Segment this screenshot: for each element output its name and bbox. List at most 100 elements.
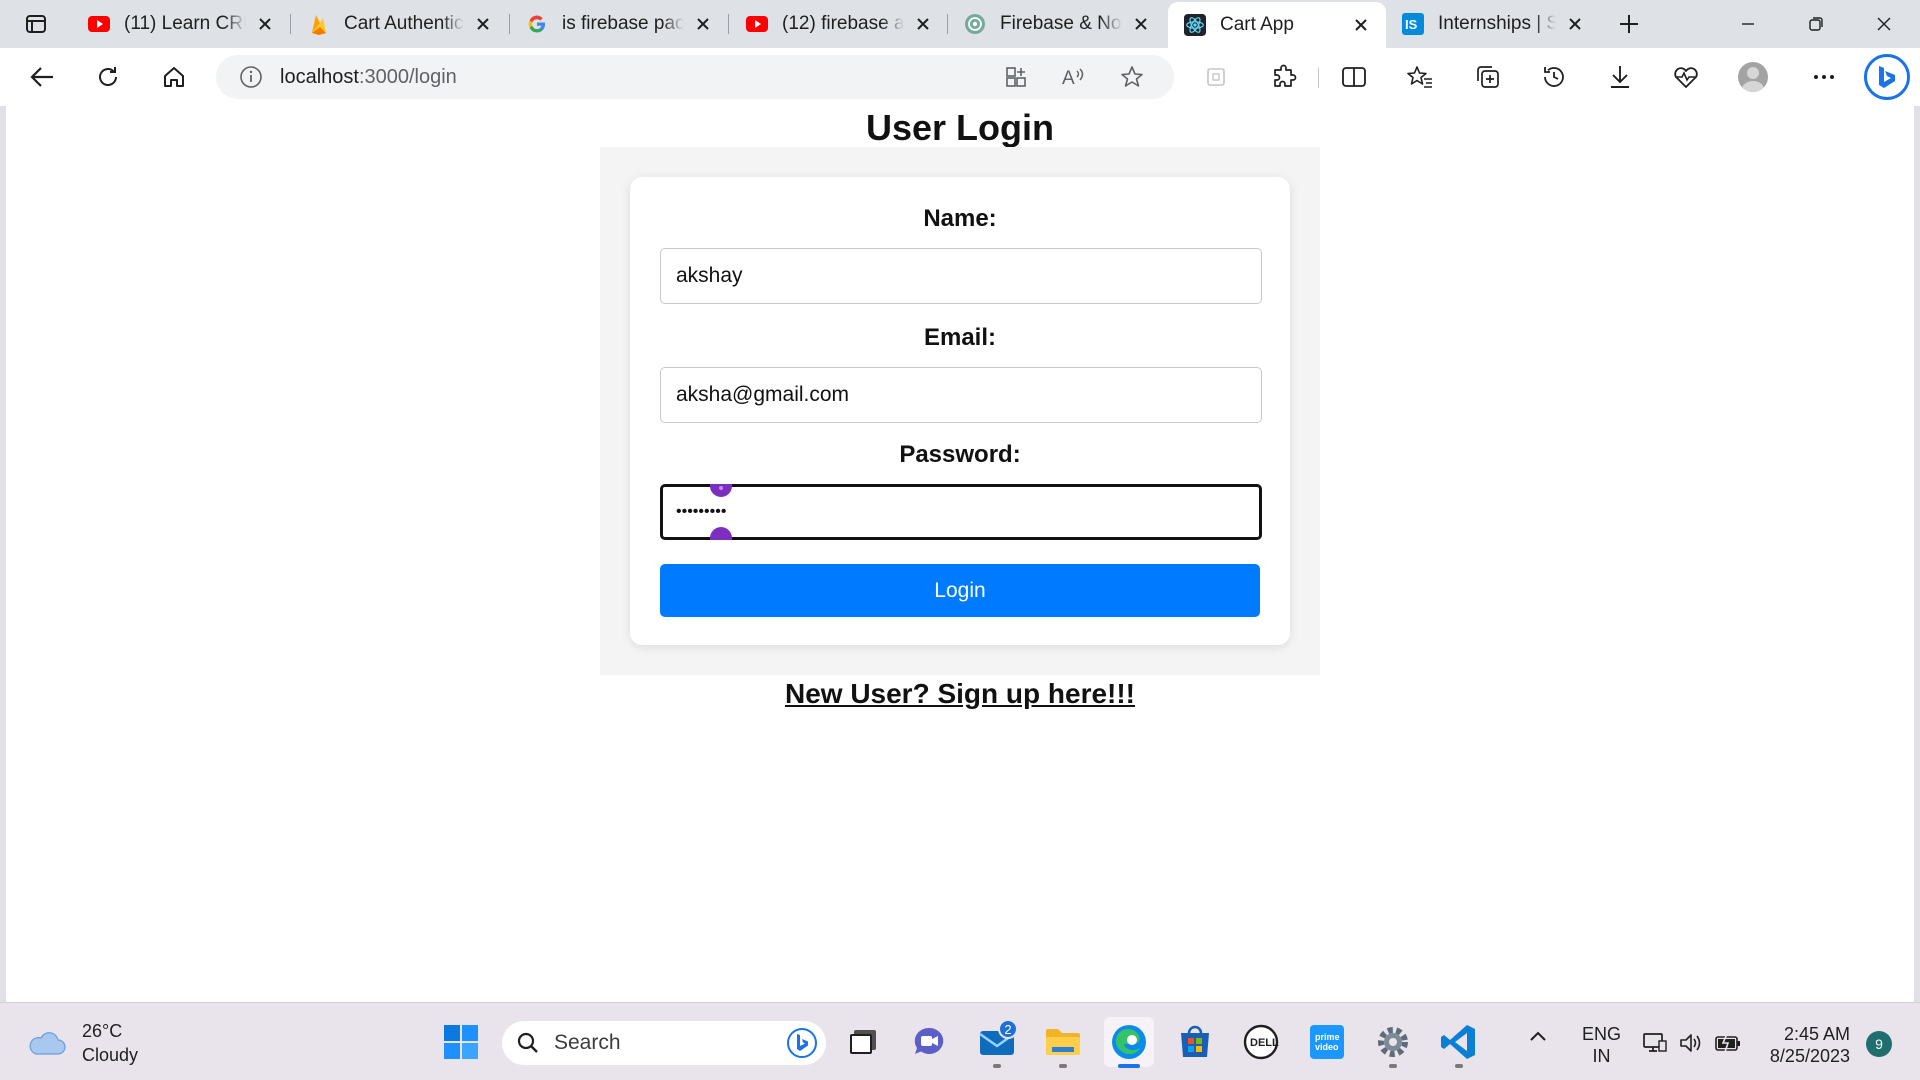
svg-text:prime: prime [1315,1032,1340,1042]
app-available-icon[interactable] [1000,62,1032,92]
tab-learn-crud[interactable]: (11) Learn CRUD [72,4,290,44]
password-input[interactable]: ••••••••• [660,484,1262,540]
read-aloud-icon[interactable]: A [1058,62,1090,92]
browser-essentials-button[interactable] [1666,59,1706,95]
favorites-button[interactable] [1400,59,1440,95]
name-input[interactable]: akshay [660,248,1262,304]
history-button[interactable] [1534,59,1574,95]
gear-icon [1378,1027,1408,1057]
favorites-list-icon [1407,66,1432,88]
address-bar[interactable]: localhost:3000/login A [216,55,1174,99]
close-tab-icon[interactable] [1350,14,1372,36]
volume-icon[interactable] [1678,1031,1704,1055]
profile-avatar[interactable] [1738,62,1768,92]
email-input[interactable]: aksha@gmail.com [660,367,1262,423]
restore-button[interactable] [1788,4,1844,44]
extensions-button[interactable] [1264,59,1304,95]
split-screen-button[interactable] [1334,59,1374,95]
tab-actions-button[interactable] [14,10,58,38]
dell-app-button[interactable]: DELL [1236,1017,1286,1067]
signup-link[interactable]: New User? Sign up here!!! [6,674,1914,714]
tab-cart-app[interactable]: Cart App [1168,2,1386,48]
tab-actions-icon [26,15,46,33]
settings-button[interactable] [1368,1017,1418,1068]
minimize-button[interactable] [1720,4,1776,44]
close-tab-icon[interactable] [1130,13,1152,35]
folder-icon [1046,1029,1080,1055]
tab-firebase-node[interactable]: Firebase & Node [948,4,1166,44]
tab-title: (11) Learn CRUD [124,13,246,34]
task-view-button[interactable] [838,1017,888,1067]
running-indicator [1455,1064,1463,1068]
mail-button[interactable]: 2 [972,1017,1022,1068]
close-icon [1877,17,1891,31]
minimize-icon [1742,23,1754,25]
tab-divider [290,14,291,34]
language-region: IN [1592,1046,1611,1066]
refresh-button[interactable] [88,59,128,95]
favorite-star-icon[interactable] [1116,62,1148,92]
teams-chat-button[interactable] [904,1017,954,1067]
taskbar-search[interactable]: Search [502,1021,826,1065]
task-view-icon [850,1030,876,1054]
extension-button[interactable] [1196,59,1236,95]
url-path: :3000/login [358,65,457,88]
downloads-button[interactable] [1600,59,1640,95]
notification-badge[interactable]: 9 [1866,1031,1892,1057]
tab-firebase-admin[interactable]: (12) firebase admin [730,4,948,44]
heart-pulse-icon [1674,67,1698,88]
vscode-button[interactable] [1434,1017,1484,1068]
prime-video-icon: primevideo [1310,1025,1344,1059]
password-label: Password: [899,441,1021,468]
store-icon [1181,1025,1209,1057]
battery-icon[interactable] [1714,1031,1742,1055]
edge-browser-button[interactable] [1104,1017,1154,1068]
text-cursor-dot-icon [719,486,723,490]
tab-title: Cart Authentication [344,13,464,34]
close-tab-icon[interactable] [254,13,276,35]
network-icon[interactable] [1642,1031,1668,1055]
internshala-icon: IS [1402,13,1424,35]
new-tab-button[interactable] [1612,10,1646,38]
login-button[interactable]: Login [660,564,1260,617]
login-form: Name: akshay Email: aksha@gmail.com Pass… [630,177,1290,645]
close-tab-icon[interactable] [472,13,494,35]
refresh-icon [99,67,117,86]
close-tab-icon[interactable] [912,13,934,35]
file-explorer-button[interactable] [1038,1017,1088,1068]
settings-more-button[interactable] [1804,59,1844,95]
dell-logo-icon: DELL [1243,1024,1279,1060]
openai-icon [964,13,986,35]
page-title: User Login [865,107,1054,148]
tab-internships[interactable]: IS Internships | Su [1386,4,1600,44]
history-icon [1544,67,1564,87]
tab-divider [728,14,729,34]
edge-icon [1112,1025,1146,1059]
microsoft-store-button[interactable] [1170,1017,1220,1067]
start-button[interactable] [436,1017,486,1067]
language-indicator[interactable]: ENG IN [1582,1023,1621,1067]
firebase-icon [308,13,330,35]
collections-button[interactable] [1468,59,1508,95]
clock-date: 8/25/2023 [1769,1046,1850,1066]
back-button[interactable] [22,59,62,95]
windows-logo-icon [444,1025,478,1059]
tab-is-firebase-package[interactable]: is firebase package [510,4,728,44]
clock[interactable]: 2:45 AM 8/25/2023 [1756,1023,1850,1067]
active-indicator [1118,1064,1140,1068]
copilot-button[interactable] [1864,54,1910,100]
react-icon [1184,14,1206,36]
home-button[interactable] [154,59,194,95]
toolbar-divider [1318,68,1319,88]
prime-video-button[interactable]: prime video [1302,1017,1352,1067]
running-indicator [1059,1064,1067,1068]
close-window-button[interactable] [1856,4,1912,44]
tab-title: (12) firebase admin [782,13,904,34]
site-info-icon[interactable] [236,62,266,92]
split-screen-icon [1342,67,1366,87]
tab-cart-authentication[interactable]: Cart Authentication [292,4,508,44]
show-hidden-icons-button[interactable] [1528,1029,1548,1043]
close-tab-icon[interactable] [692,13,714,35]
close-tab-icon[interactable] [1564,13,1586,35]
weather-widget[interactable]: 26°C Cloudy [26,1019,138,1067]
